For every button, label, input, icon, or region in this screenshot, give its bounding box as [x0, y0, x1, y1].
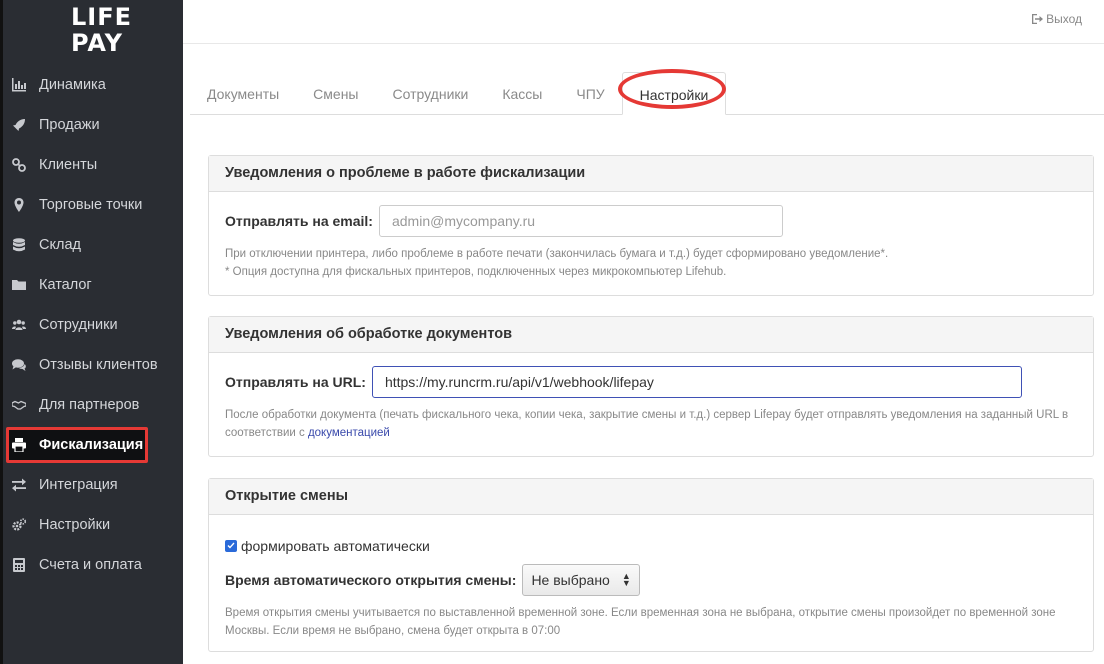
bar-chart-icon [11, 77, 27, 93]
sidebar-item-scheta[interactable]: Счета и оплата [3, 545, 183, 585]
logo-line-2: PAY [71, 29, 124, 57]
top-bar: Выход [183, 0, 1104, 44]
sidebar-item-integratsiya[interactable]: Интеграция [3, 465, 183, 505]
logout-link[interactable]: Выход [1031, 12, 1082, 26]
sidebar-item-prodazhi[interactable]: Продажи [3, 105, 183, 145]
tab-nastroyki[interactable]: Настройки [617, 69, 727, 115]
auto-open-checkbox[interactable] [225, 540, 237, 552]
tab-bar: Документы Смены Сотрудники Кассы ЧПУ Нас… [190, 69, 1104, 115]
panel-title: Уведомления о проблеме в работе фискализ… [209, 156, 1093, 192]
lifepay-logo[interactable]: LIFE PAY [71, 4, 132, 56]
auto-open-checkbox-row[interactable]: формировать автоматически [225, 538, 1077, 554]
sidebar-item-fiskalizatsiya[interactable]: Фискализация [3, 425, 183, 465]
cogs-icon [11, 517, 27, 533]
sidebar-item-label: Продажи [39, 117, 100, 133]
sidebar-item-torgovye-tochki[interactable]: Торговые точки [3, 185, 183, 225]
panel-title: Открытие смены [209, 479, 1093, 515]
sidebar-item-nastroyki[interactable]: Настройки [3, 505, 183, 545]
url-label: Отправлять на URL: [225, 374, 366, 390]
fiscal-notify-panel: Уведомления о проблеме в работе фискализ… [208, 155, 1094, 296]
help-text: После обработки документа (печать фискал… [225, 406, 1077, 442]
tab-smeny[interactable]: Смены [296, 72, 375, 114]
sidebar-nav: Динамика Продажи Клиенты Торговые точки … [3, 65, 183, 585]
printer-icon [11, 437, 27, 453]
sidebar: LIFE PAY Динамика Продажи Клиенты Торгов… [0, 0, 183, 664]
sidebar-item-label: Торговые точки [39, 197, 143, 213]
sidebar-item-katalog[interactable]: Каталог [3, 265, 183, 305]
logout-label: Выход [1046, 12, 1082, 26]
tab-nastroyki-label: Настройки [639, 87, 709, 103]
link-icon [11, 157, 27, 173]
tab-chpu[interactable]: ЧПУ [559, 72, 621, 114]
logo-line-1: LIFE [71, 3, 133, 31]
sidebar-item-label: Интеграция [39, 477, 118, 493]
sidebar-item-label: Клиенты [39, 157, 98, 173]
calculator-icon [11, 557, 27, 573]
select-arrows-icon: ▲ ▼ [621, 571, 631, 588]
handshake-icon [11, 397, 27, 413]
time-select[interactable]: Не выбрано ▲ ▼ [522, 564, 640, 596]
time-label: Время автоматического открытия смены: [225, 572, 517, 588]
doc-notify-panel: Уведомления об обработке документов Отпр… [208, 316, 1094, 457]
folder-icon [11, 277, 27, 293]
help-line-1: При отключении принтера, либо проблеме в… [225, 248, 889, 260]
time-select-value: Не выбрано [531, 572, 610, 588]
sidebar-item-otzyvy[interactable]: Отзывы клиентов [3, 345, 183, 385]
help-line-2: * Опция доступна для фискальных принтеро… [225, 266, 727, 278]
shift-open-panel: Открытие смены формировать автоматически… [208, 478, 1094, 652]
tab-sotrudniki[interactable]: Сотрудники [376, 72, 486, 114]
check-icon [227, 542, 235, 549]
sidebar-item-label: Для партнеров [39, 397, 140, 413]
sidebar-item-label: Сотрудники [39, 317, 118, 333]
sidebar-item-label: Склад [39, 237, 81, 253]
auto-open-label: формировать автоматически [241, 538, 430, 554]
tab-dokumenty[interactable]: Документы [190, 72, 296, 114]
documentation-link[interactable]: документацией [308, 427, 390, 439]
sidebar-item-sklad[interactable]: Склад [3, 225, 183, 265]
sidebar-item-label: Динамика [39, 77, 106, 93]
url-field[interactable] [371, 366, 1022, 398]
rocket-icon [11, 117, 27, 133]
sidebar-item-label: Фискализация [39, 437, 144, 453]
sidebar-item-sotrudniki[interactable]: Сотрудники [3, 305, 183, 345]
help-text: При отключении принтера, либо проблеме в… [225, 245, 1077, 281]
sidebar-item-label: Счета и оплата [39, 557, 142, 573]
sidebar-item-label: Отзывы клиентов [39, 357, 158, 373]
help-text: Время открытия смены учитывается по выст… [225, 607, 1056, 637]
sidebar-item-label: Настройки [39, 517, 111, 533]
sidebar-item-dinamika[interactable]: Динамика [3, 65, 183, 105]
map-marker-icon [11, 197, 27, 213]
sign-out-icon [1032, 14, 1044, 24]
tab-kassy[interactable]: Кассы [485, 72, 559, 114]
email-label: Отправлять на email: [225, 213, 373, 229]
exchange-icon [11, 477, 27, 493]
sidebar-item-klienty[interactable]: Клиенты [3, 145, 183, 185]
comments-icon [11, 357, 27, 373]
sidebar-item-dlya-partnerov[interactable]: Для партнеров [3, 385, 183, 425]
panel-title: Уведомления об обработке документов [209, 317, 1093, 353]
database-icon [11, 237, 27, 253]
users-icon [11, 317, 27, 333]
email-field[interactable] [378, 205, 783, 237]
sidebar-item-label: Каталог [39, 277, 92, 293]
